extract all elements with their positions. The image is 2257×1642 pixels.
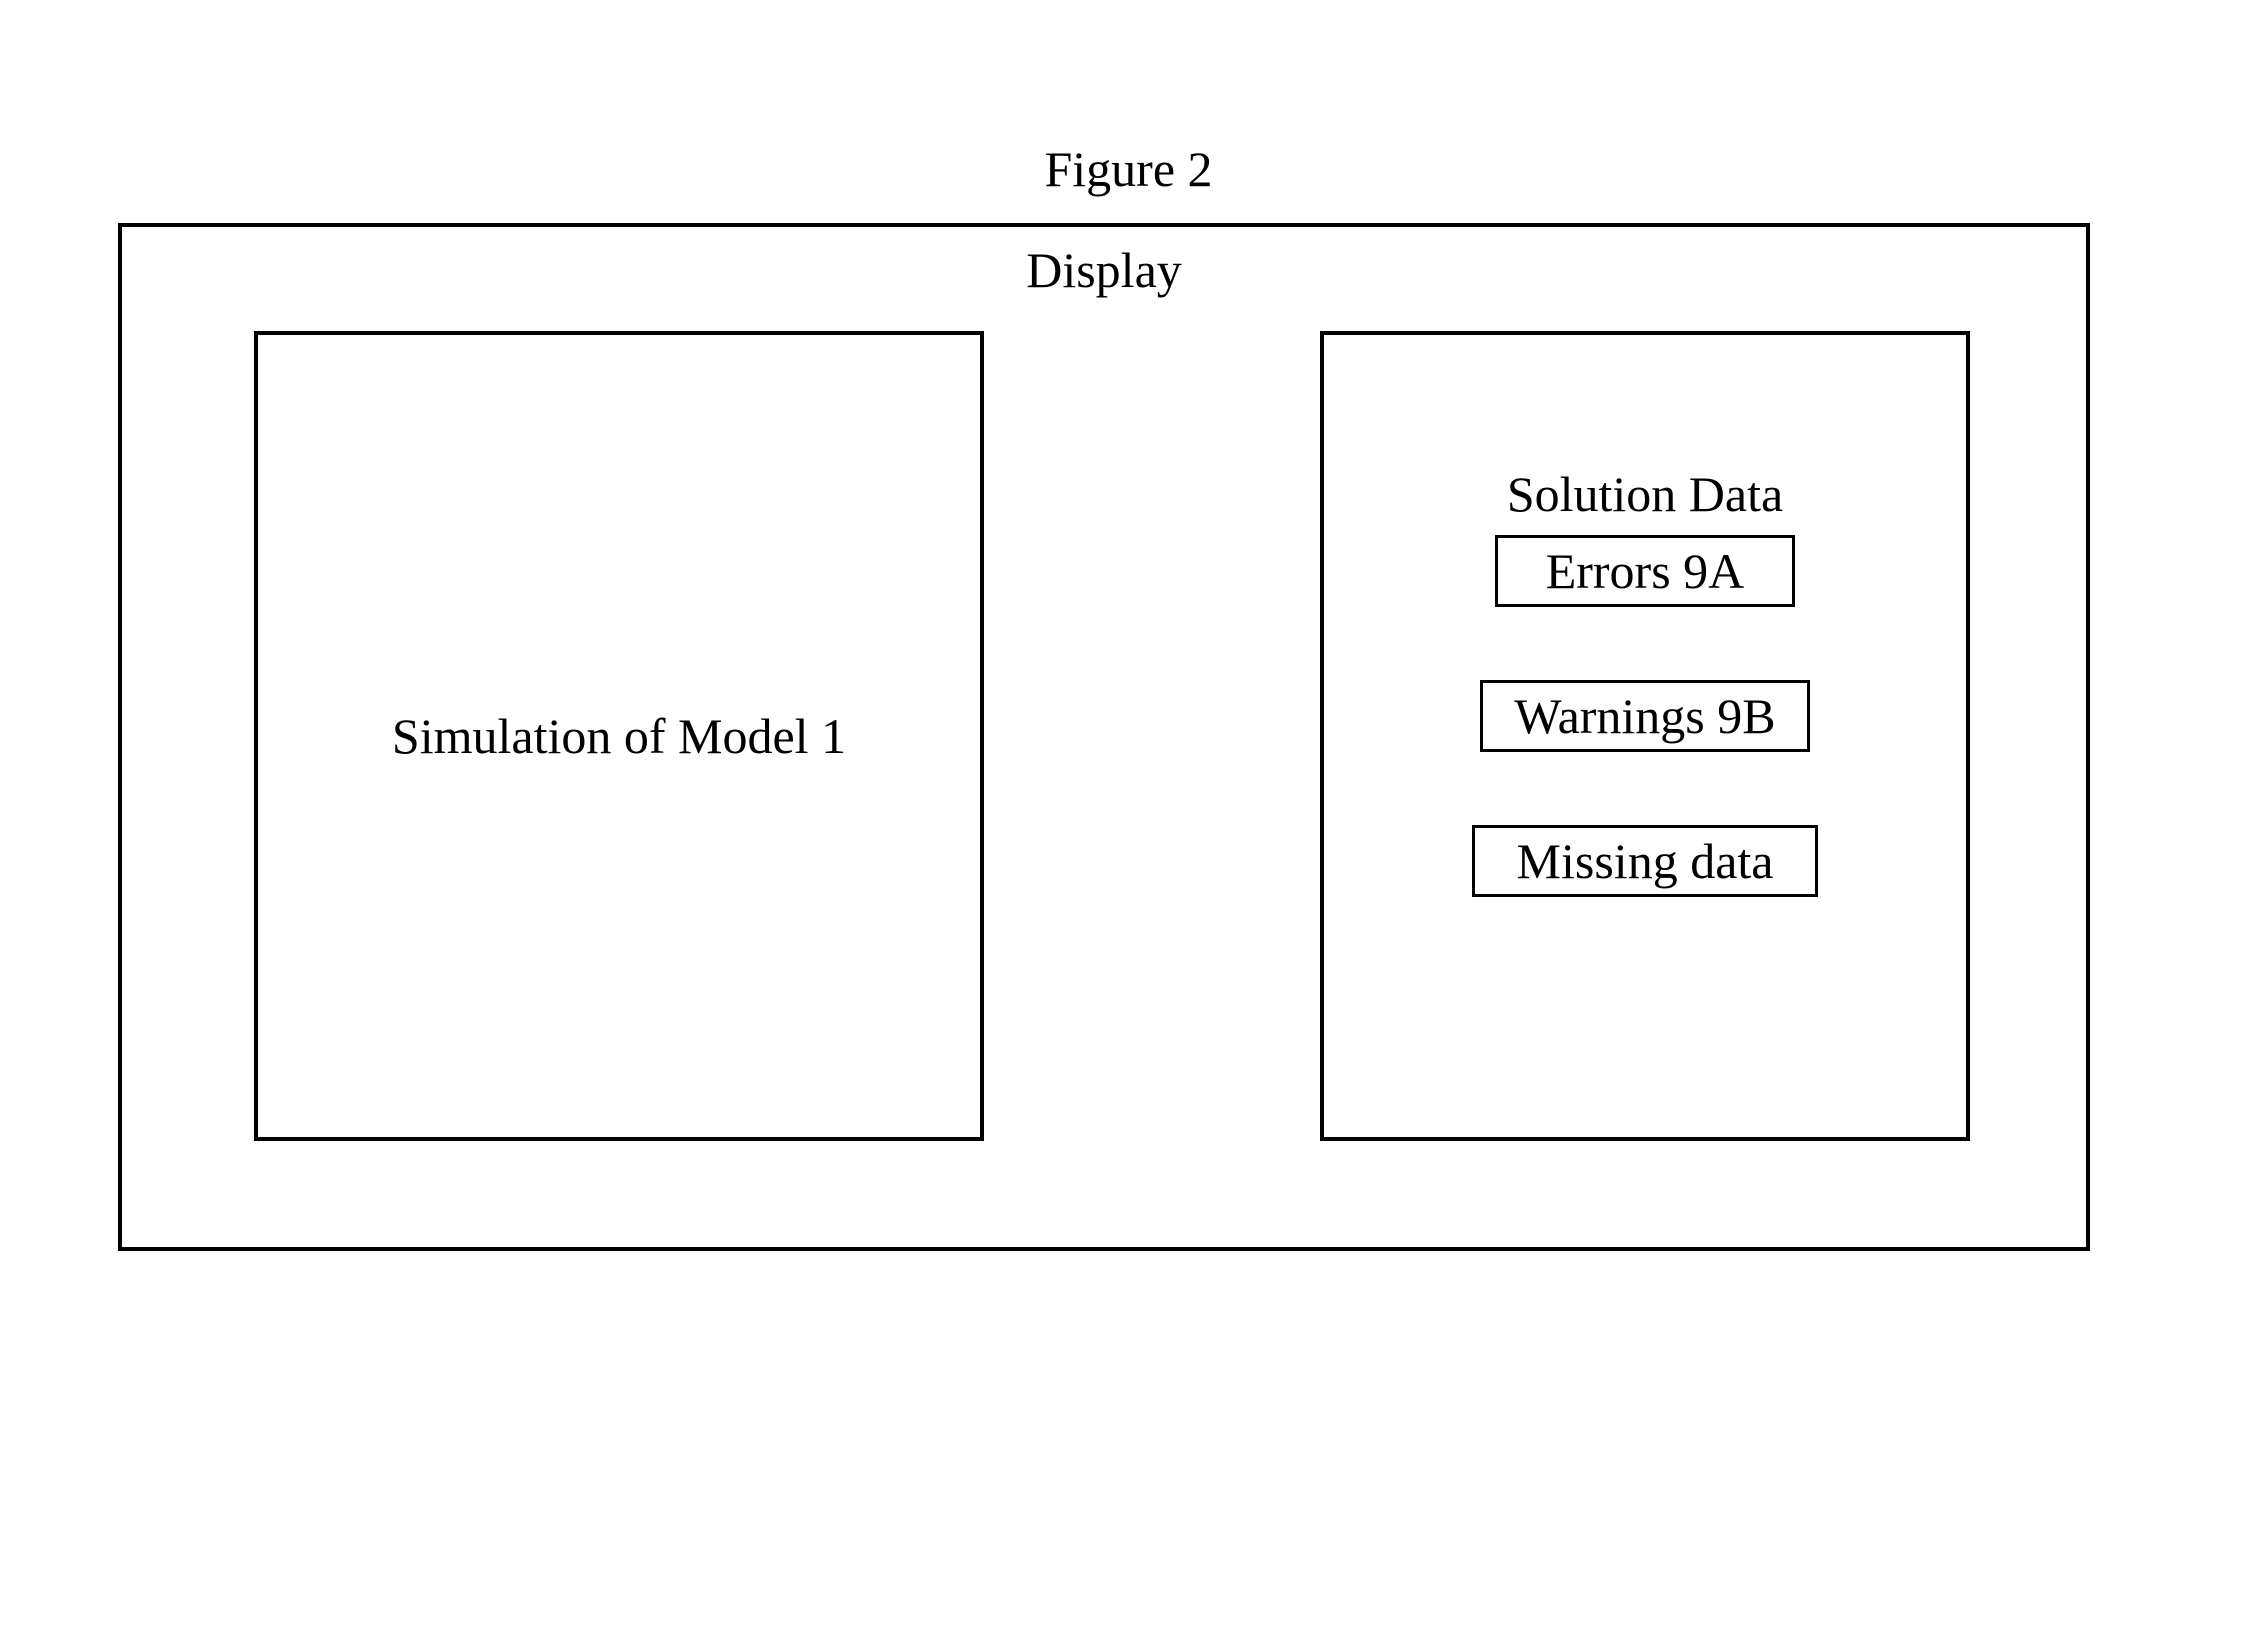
solution-data-title: Solution Data (1507, 465, 1783, 523)
simulation-panel: Simulation of Model 1 (254, 331, 984, 1141)
simulation-label: Simulation of Model 1 (392, 707, 846, 765)
display-container: Display Simulation of Model 1 Solution D… (118, 223, 2090, 1251)
warnings-box: Warnings 9B (1480, 680, 1810, 752)
errors-box: Errors 9A (1495, 535, 1795, 607)
figure-title: Figure 2 (1044, 140, 1212, 198)
missing-data-box: Missing data (1472, 825, 1818, 897)
display-label: Display (1026, 241, 1182, 299)
solution-data-panel: Solution Data Errors 9A Warnings 9B Miss… (1320, 331, 1970, 1141)
